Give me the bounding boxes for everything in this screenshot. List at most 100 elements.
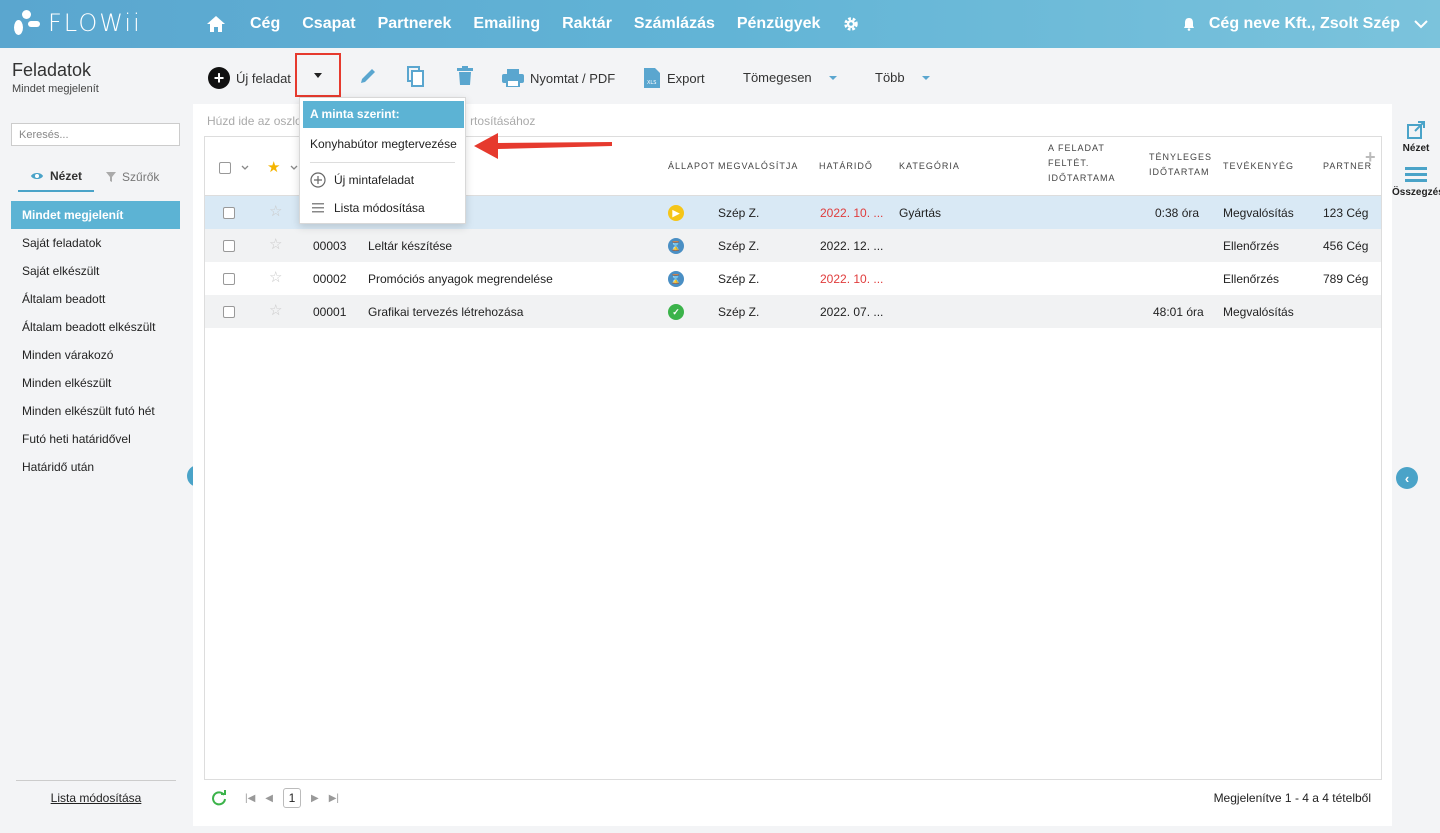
- sidebar-edit-list-link[interactable]: Lista módosítása: [16, 780, 176, 805]
- select-all-checkbox[interactable]: [219, 162, 231, 174]
- user-menu[interactable]: Cég neve Kft., Zsolt Szép: [1183, 0, 1428, 48]
- eye-icon: [31, 173, 43, 179]
- header-status[interactable]: ÁLLAPOT: [668, 159, 714, 174]
- sidebar-item-overdue[interactable]: Határidő után: [11, 453, 180, 481]
- row-checkbox[interactable]: [223, 207, 235, 219]
- search-input[interactable]: Keresés...: [11, 123, 180, 146]
- xls-file-icon: XLS: [644, 68, 660, 88]
- star-filled-icon[interactable]: ★: [267, 158, 280, 176]
- group-hint-right: rtosításához: [470, 114, 536, 128]
- chevron-down-icon: [1414, 20, 1428, 29]
- nav-item-team[interactable]: Csapat: [302, 15, 355, 33]
- header-category[interactable]: KATEGÓRIA: [899, 159, 960, 174]
- cell-actual-duration: 48:01 óra: [1153, 305, 1204, 319]
- sidebar-item-all-waiting[interactable]: Minden várakozó: [11, 341, 180, 369]
- tab-view[interactable]: Nézet: [18, 165, 95, 192]
- table-row[interactable]: ☆ 00001 Grafikai tervezés létrehozása ✓ …: [205, 295, 1381, 328]
- edit-list-label: Lista módosítása: [334, 201, 425, 215]
- nav-item-company[interactable]: Cég: [250, 15, 280, 33]
- cell-deadline: 2022. 07. ...: [820, 305, 884, 319]
- more-button[interactable]: Több: [875, 70, 931, 85]
- external-link-icon: [1407, 121, 1425, 139]
- star-outline-icon[interactable]: ☆: [269, 237, 282, 252]
- add-column-plus-icon[interactable]: +: [1365, 147, 1376, 168]
- new-task-dropdown-button[interactable]: [295, 53, 341, 97]
- sidebar-item-show-all[interactable]: Mindet megjelenít: [11, 201, 180, 229]
- print-pdf-button[interactable]: Nyomtat / PDF: [502, 69, 615, 87]
- chevron-down-icon[interactable]: [290, 165, 298, 171]
- cell-activity: Megvalósítás: [1223, 206, 1294, 220]
- header-activity[interactable]: TEVÉKENYÉG: [1223, 159, 1294, 174]
- nav-item-warehouse[interactable]: Raktár: [562, 15, 612, 33]
- cell-owner: Szép Z.: [718, 272, 760, 286]
- page-title: Feladatok: [12, 60, 92, 80]
- row-checkbox[interactable]: [223, 273, 235, 285]
- sidebar-item-own-tasks[interactable]: Saját feladatok: [11, 229, 180, 257]
- row-checkbox[interactable]: [223, 240, 235, 252]
- cell-activity: Megvalósítás: [1223, 305, 1294, 319]
- print-label: Nyomtat / PDF: [530, 70, 616, 86]
- svg-text:XLS: XLS: [647, 80, 656, 86]
- copy-icon[interactable]: [406, 66, 426, 88]
- star-outline-icon[interactable]: ☆: [269, 204, 282, 219]
- table-row[interactable]: ☆ 00002 Promóciós anyagok megrendelése ⌛…: [205, 262, 1381, 295]
- top-navbar: FLOWii Cég Csapat Partnerek Emailing Rak…: [0, 0, 1440, 48]
- collapse-right-rail-button[interactable]: ‹: [1396, 467, 1418, 489]
- header-actual-duration[interactable]: TÉNYLEGES IDŐTARTAM: [1149, 150, 1212, 180]
- first-page-icon[interactable]: |◀: [245, 793, 255, 804]
- sidebar-view-list: Mindet megjelenít Saját feladatok Saját …: [11, 201, 180, 481]
- sidebar-item-own-done[interactable]: Saját elkészült: [11, 257, 180, 285]
- bulk-actions-button[interactable]: Tömegesen: [743, 70, 838, 85]
- gear-icon[interactable]: [842, 15, 860, 33]
- header-planned-duration[interactable]: A FELADAT FELTÉT. IDŐTARTAMA: [1048, 141, 1116, 186]
- flowii-logo[interactable]: FLOWii: [12, 8, 142, 38]
- header-owner[interactable]: MEGVALÓSÍTJA: [718, 159, 798, 174]
- prev-page-icon[interactable]: ◀: [265, 793, 273, 804]
- tab-filters[interactable]: Szűrők: [94, 165, 171, 192]
- next-page-icon[interactable]: ▶: [311, 793, 319, 804]
- new-task-button[interactable]: + Új feladat: [208, 67, 291, 89]
- cell-partner: 456 Cég: [1323, 239, 1369, 253]
- tab-view-label: Nézet: [50, 169, 83, 183]
- rail-view-button[interactable]: Nézet: [1392, 120, 1440, 154]
- row-checkbox[interactable]: [223, 306, 235, 318]
- chevron-down-icon[interactable]: [241, 165, 249, 171]
- trash-icon[interactable]: [456, 66, 474, 86]
- rail-summary-button[interactable]: Összegzés: [1392, 166, 1440, 198]
- plus-circle-outline-icon: [310, 172, 326, 188]
- rail-view-label: Nézet: [1402, 143, 1430, 154]
- header-deadline[interactable]: HATÁRIDŐ: [819, 159, 873, 174]
- star-outline-icon[interactable]: ☆: [269, 303, 282, 318]
- flowii-logo-mark-icon: [12, 8, 42, 38]
- export-button[interactable]: XLS Export: [643, 67, 705, 89]
- cell-activity: Ellenőrzés: [1223, 239, 1280, 253]
- sidebar-item-submitted-by-me[interactable]: Általam beadott: [11, 285, 180, 313]
- header-planned-line2: FELTÉT.: [1048, 158, 1090, 168]
- bell-icon[interactable]: [1183, 17, 1195, 31]
- new-template-label: Új mintafeladat: [334, 173, 415, 187]
- edit-list-item[interactable]: Lista módosítása: [310, 201, 425, 215]
- last-page-icon[interactable]: ▶|: [329, 793, 339, 804]
- nav-item-partners[interactable]: Partnerek: [378, 15, 452, 33]
- status-done-check-icon: ✓: [668, 304, 684, 320]
- refresh-icon[interactable]: [211, 790, 227, 806]
- sidebar-item-all-done[interactable]: Minden elkészült: [11, 369, 180, 397]
- sidebar-item-done-this-week[interactable]: Minden elkészült futó hét: [11, 397, 180, 425]
- nav-item-emailing[interactable]: Emailing: [473, 15, 540, 33]
- current-page[interactable]: 1: [283, 788, 301, 808]
- export-label: Export: [667, 70, 705, 86]
- sidebar-item-due-this-week[interactable]: Futó heti határidővel: [11, 425, 180, 453]
- nav-item-finance[interactable]: Pénzügyek: [737, 15, 821, 33]
- nav-item-invoicing[interactable]: Számlázás: [634, 15, 715, 33]
- star-outline-icon[interactable]: ☆: [269, 270, 282, 285]
- dropdown-divider: [310, 162, 455, 163]
- sidebar-item-submitted-done[interactable]: Általam beadott elkészült: [11, 313, 180, 341]
- new-template-item[interactable]: Új mintafeladat: [310, 172, 414, 188]
- grid-footer: |◀ ◀ 1 ▶ ▶| Megjelenítve 1 - 4 a 4 tétel…: [193, 788, 1392, 818]
- home-icon[interactable]: [206, 14, 226, 34]
- caret-down-icon: [314, 72, 322, 78]
- template-item-kitchen[interactable]: Konyhabútor megtervezése: [310, 137, 457, 151]
- table-row[interactable]: ☆ 00003 Leltár készítése ⌛ Szép Z. 2022.…: [205, 229, 1381, 262]
- edit-pencil-icon[interactable]: [358, 66, 378, 86]
- header-actual-line2: IDŐTARTAM: [1149, 167, 1210, 177]
